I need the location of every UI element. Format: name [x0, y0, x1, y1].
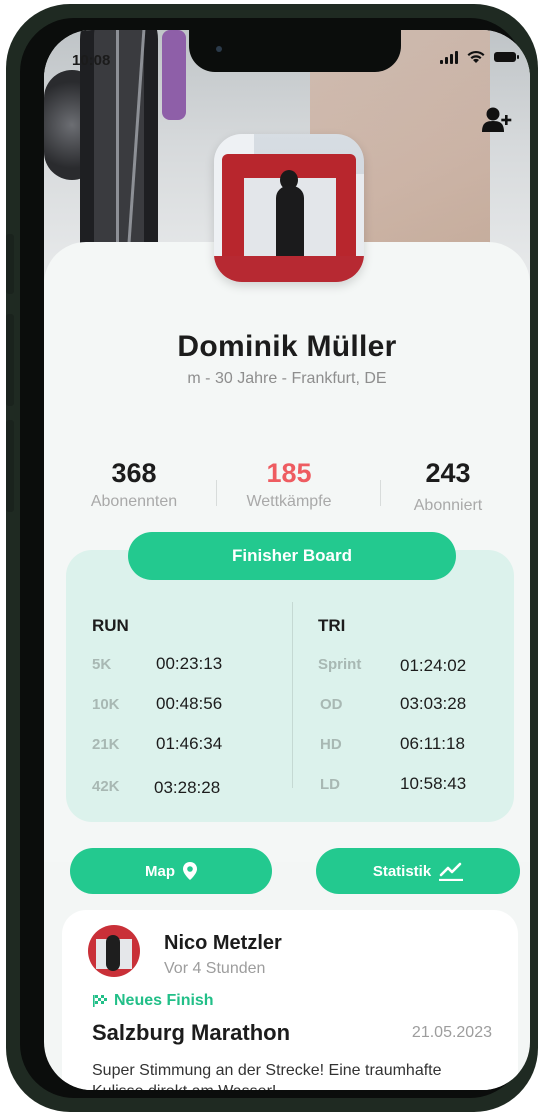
chart-trend-icon: [439, 862, 464, 881]
run-title: RUN: [92, 616, 129, 635]
location-pin-icon: [183, 862, 197, 880]
tri-time: 06:11:18: [400, 734, 465, 753]
post-event: Salzburg Marathon: [92, 1020, 291, 1045]
tri-distance: HD: [320, 736, 342, 753]
run-distance: 10K: [92, 696, 120, 713]
map-button[interactable]: Map: [70, 848, 272, 894]
run-time: 00:48:56: [156, 694, 223, 713]
post-date: 21.05.2023: [411, 1024, 492, 1041]
tri-distance: LD: [320, 776, 340, 793]
wifi-icon: [467, 50, 485, 63]
tri-time: 03:03:28: [400, 694, 467, 713]
post-time: Vor 4 Stunden: [164, 960, 266, 977]
stat-following[interactable]: 243 Abonniert: [378, 458, 518, 515]
finisher-board: RUN TRI 5K 00:23:13 10K 00:48:56 21K 01:…: [66, 550, 514, 822]
stat-competitions[interactable]: 185 Wettkämpfe: [219, 458, 359, 511]
run-distance: 21K: [92, 736, 120, 753]
post-author: Nico Metzler: [164, 932, 282, 954]
status-time: 10:08: [72, 52, 111, 69]
volume-button: [6, 314, 14, 406]
finish-flag-icon: [93, 995, 107, 1007]
board-divider: [292, 602, 293, 788]
post-tag: Neues Finish: [92, 992, 214, 1010]
profile-avatar[interactable]: [214, 134, 364, 282]
stat-value: 185: [266, 458, 312, 488]
statistik-button[interactable]: Statistik: [316, 848, 520, 894]
stat-value: 243: [425, 458, 471, 488]
profile-meta: m - 30 Jahre - Frankfurt, DE: [187, 370, 387, 387]
app-screen: 10:08 Dominik Müller m - 30 Jahre - Fran…: [44, 30, 530, 1090]
post-author-avatar[interactable]: [88, 925, 140, 977]
post-text: Super Stimmung an der Strecke! Eine trau…: [92, 1062, 442, 1090]
finisher-board-button[interactable]: Finisher Board: [128, 532, 456, 580]
stat-value: 368: [111, 458, 157, 488]
battery-icon: [494, 52, 519, 62]
tri-time: 01:24:02: [400, 656, 467, 675]
tri-time: 10:58:43: [400, 774, 467, 793]
signal-icon: [440, 50, 458, 64]
front-camera: [216, 46, 222, 52]
tri-distance: OD: [320, 696, 343, 713]
profile-stats: 368 Abonennten 185 Wettkämpfe 243 Abonni…: [44, 458, 530, 528]
tri-title: TRI: [318, 616, 346, 635]
tri-distance: Sprint: [318, 656, 362, 673]
cover-photo-frame: [162, 30, 186, 120]
map-button-label: Map: [145, 862, 175, 880]
stat-label: Wettkämpfe: [246, 493, 332, 510]
run-time: 03:28:28: [154, 778, 221, 797]
status-icons: [440, 50, 519, 64]
statistik-button-label: Statistik: [372, 862, 432, 880]
stat-label: Abonennten: [90, 493, 178, 510]
volume-button: [6, 420, 14, 512]
stat-followers[interactable]: 368 Abonennten: [64, 458, 204, 511]
run-time: 00:23:13: [156, 654, 223, 673]
volume-button: [6, 234, 14, 294]
run-time: 01:46:34: [156, 734, 223, 753]
stat-label: Abonniert: [413, 497, 483, 514]
run-distance: 5K: [92, 656, 112, 673]
profile-name: Dominik Müller: [177, 330, 397, 363]
stat-divider: [216, 480, 217, 506]
run-distance: 42K: [92, 778, 120, 795]
add-friend-icon[interactable]: [482, 106, 512, 134]
post-tag-label: Neues Finish: [114, 992, 214, 1009]
